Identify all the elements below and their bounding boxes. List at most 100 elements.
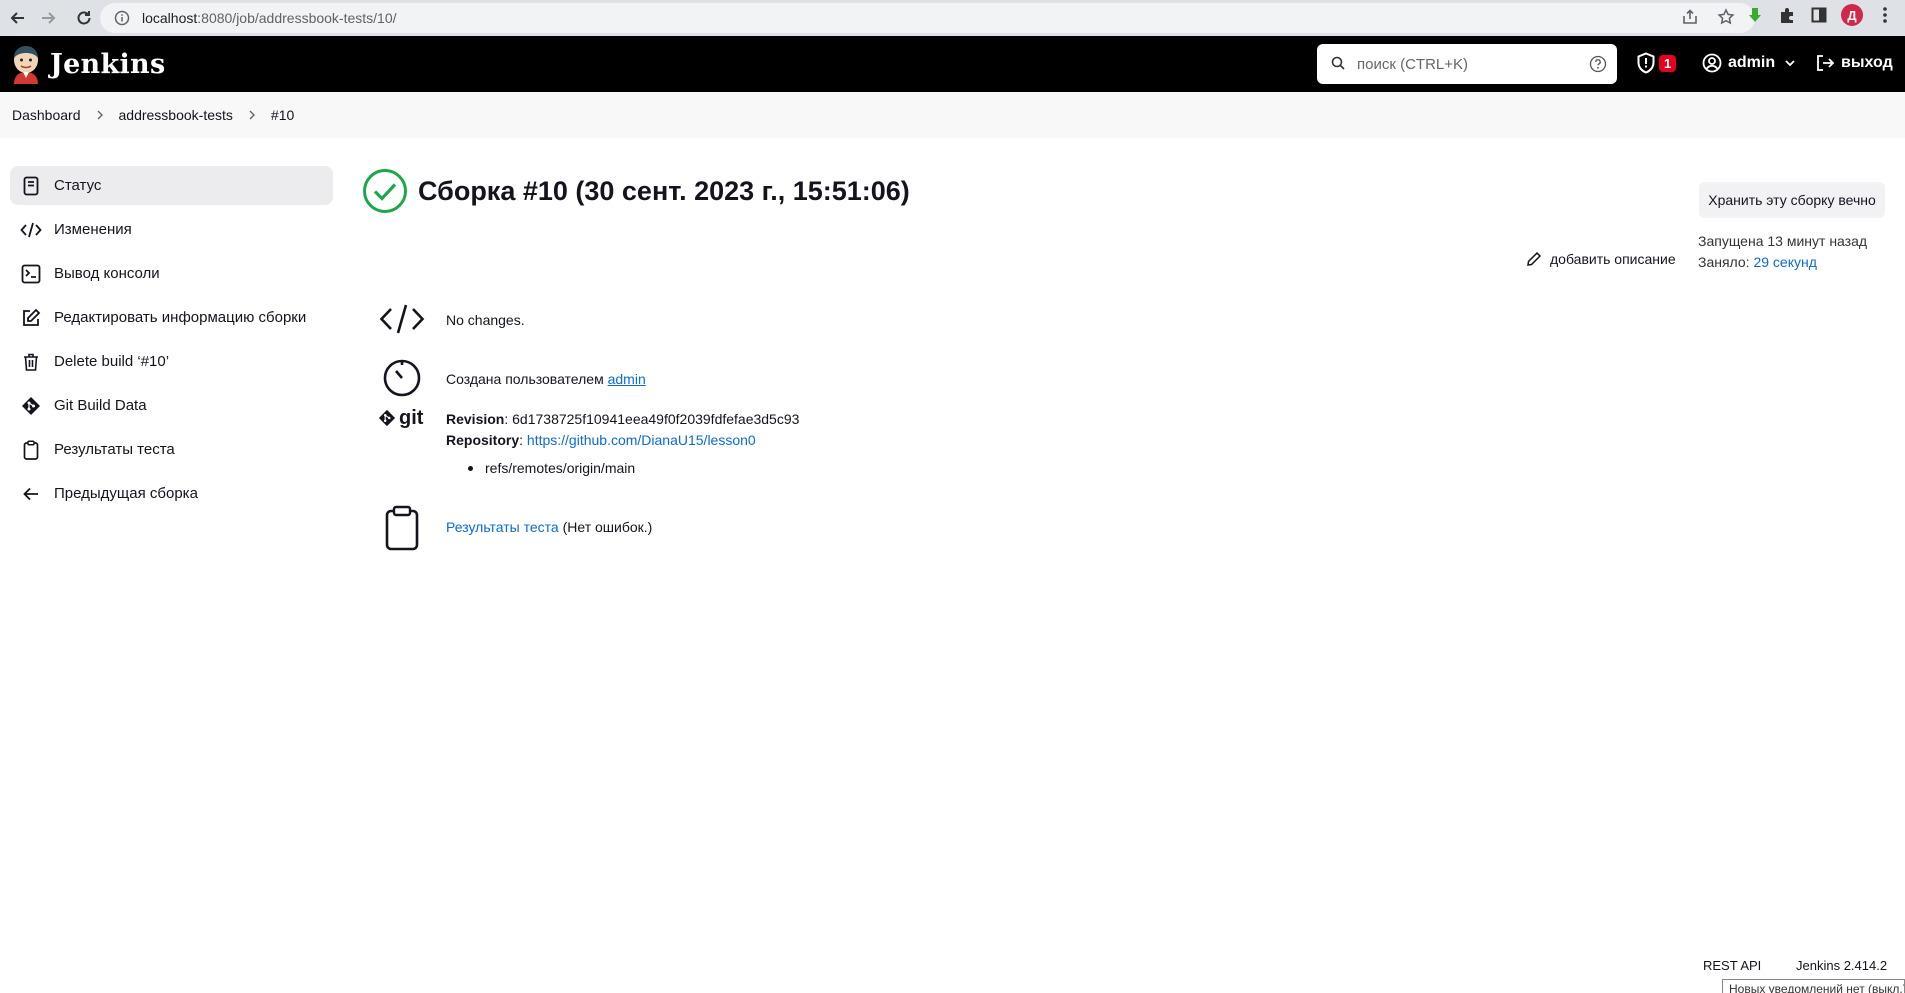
bullet (468, 466, 473, 471)
jenkins-wordmark: Jenkins (50, 48, 166, 80)
build-started-time: Запущена 13 минут назад (1698, 233, 1868, 249)
arrow-right-icon (42, 12, 56, 24)
edit-icon (20, 307, 42, 329)
sidebar-item-label: Редактировать информацию сборки (54, 309, 307, 326)
sidebar-item-edit-build-info[interactable]: Редактировать информацию сборки (10, 298, 333, 337)
share-icon[interactable] (1681, 8, 1699, 29)
browser-menu-icon[interactable] (1875, 5, 1895, 25)
sidebar-item-delete-build[interactable]: Delete build ‘#10’ (10, 342, 333, 381)
breadcrumb-build[interactable]: #10 (271, 107, 294, 123)
code-icon (20, 219, 42, 241)
sidebar-item-label: Результаты теста (54, 441, 175, 458)
sidebar: Статус Изменения Вывод консоли Редактиро… (10, 166, 333, 518)
git-logo: git (378, 407, 426, 429)
success-check-icon (363, 169, 407, 213)
help-icon[interactable] (1589, 55, 1607, 76)
created-by-user-link[interactable]: admin (608, 371, 646, 387)
search-input[interactable] (1357, 55, 1577, 73)
sidebar-item-label: Изменения (54, 221, 132, 238)
repository-link[interactable]: https://github.com/DianaU15/lesson0 (527, 432, 756, 448)
revision-line: Revision: 6d1738725f10941eea49f0f2039fdf… (446, 409, 799, 430)
breadcrumb: Dashboard addressbook-tests #10 (0, 92, 1905, 138)
chevron-right-icon[interactable] (247, 109, 257, 121)
build-cause: Создана пользователем admin (378, 356, 646, 398)
jenkins-version-link[interactable]: Jenkins 2.414.2 (1796, 958, 1887, 973)
build-title-row: Сборка #10 (30 сент. 2023 г., 15:51:06) (362, 168, 910, 214)
git-details: Revision: 6d1738725f10941eea49f0f2039fdf… (446, 409, 799, 479)
profile-avatar[interactable]: Д (1841, 4, 1863, 26)
code-icon (378, 302, 426, 336)
chevron-down-icon (1785, 60, 1795, 67)
site-info-icon[interactable] (112, 8, 132, 28)
created-by-label: Создана пользователем (446, 371, 608, 387)
keep-build-forever-button[interactable]: Хранить эту сборку вечно (1699, 182, 1885, 218)
reload-button[interactable] (70, 4, 98, 32)
back-button[interactable] (4, 4, 32, 32)
sidebar-item-status[interactable]: Статус (10, 166, 333, 205)
created-by-text: Создана пользователем admin (446, 369, 646, 390)
download-extension-icon[interactable] (1745, 5, 1765, 25)
user-avatar-icon (1702, 53, 1722, 73)
breadcrumb-dashboard[interactable]: Dashboard (12, 107, 81, 123)
sidebar-item-label: Вывод консоли (54, 265, 160, 282)
ref-name: refs/remotes/origin/main (485, 460, 636, 476)
sidebar-item-test-results[interactable]: Результаты теста (10, 430, 333, 469)
document-icon (20, 175, 42, 197)
duration-label: Заняло: (1698, 254, 1754, 270)
test-results-summary: Результаты теста (Нет ошибок.) (378, 505, 652, 551)
url-host: localhost (142, 10, 198, 26)
breadcrumb-job[interactable]: addressbook-tests (119, 107, 233, 123)
sidebar-item-changes[interactable]: Изменения (10, 210, 333, 249)
sidebar-item-label: Статус (54, 177, 102, 194)
pencil-icon (1527, 251, 1542, 266)
sidebar-item-git-build-data[interactable]: Git Build Data (10, 386, 333, 425)
changes-text: No changes. (446, 312, 525, 328)
add-description-link[interactable]: добавить описание (1526, 251, 1676, 267)
user-name: admin (1728, 54, 1776, 71)
security-alerts[interactable]: 1 (1636, 52, 1677, 74)
git-icon (20, 395, 42, 417)
sidebar-item-label: Git Build Data (54, 397, 147, 414)
arrow-left-icon (10, 12, 24, 24)
test-results-note: (Нет ошибок.) (558, 519, 653, 535)
search-box[interactable] (1317, 44, 1617, 84)
user-menu[interactable]: admin (1702, 53, 1797, 73)
timer-icon (378, 356, 426, 398)
git-wordmark: git (399, 407, 424, 429)
test-results-link[interactable]: Результаты теста (446, 519, 559, 535)
side-panel-icon[interactable] (1809, 5, 1829, 25)
url-text[interactable]: localhost:8080/job/addressbook-tests/10/ (142, 10, 397, 26)
logout-link[interactable]: выход (1815, 53, 1893, 73)
rest-api-link[interactable]: REST API (1703, 958, 1761, 973)
jenkins-logo[interactable]: Jenkins (10, 44, 165, 84)
logout-label: выход (1841, 54, 1893, 71)
chevron-right-icon[interactable] (95, 109, 105, 121)
repository-separator: : (519, 432, 527, 448)
search-icon (1331, 56, 1345, 73)
clipboard-icon (378, 505, 426, 551)
sidebar-item-console[interactable]: Вывод консоли (10, 254, 333, 293)
build-duration: Заняло: 29 секунд (1698, 254, 1817, 270)
revision-value: : 6d1738725f10941eea49f0f2039fdfefae3d5c… (504, 411, 800, 427)
repository-line: Repository: https://github.com/DianaU15/… (446, 430, 799, 451)
logout-icon (1817, 55, 1835, 71)
ref-list-item: refs/remotes/origin/main (468, 458, 799, 479)
sidebar-item-label: Delete build ‘#10’ (54, 353, 170, 370)
revision-label: Revision (446, 411, 505, 427)
address-bar[interactable]: localhost:8080/job/addressbook-tests/10/ (100, 3, 1755, 33)
sidebar-item-label: Предыдущая сборка (54, 485, 198, 502)
arrow-left-icon (20, 483, 42, 505)
changes-summary: No changes. (378, 302, 525, 336)
url-path: :8080/job/addressbook-tests/10/ (197, 10, 397, 26)
test-results-text: Результаты теста (Нет ошибок.) (446, 517, 652, 538)
duration-link[interactable]: 29 секунд (1753, 254, 1816, 270)
repository-label: Repository (446, 432, 520, 448)
sidebar-item-previous-build[interactable]: Предыдущая сборка (10, 474, 333, 513)
forward-button[interactable] (34, 4, 62, 32)
trash-icon (20, 351, 42, 373)
jenkins-butler-icon (14, 46, 38, 84)
bookmark-star-icon[interactable] (1717, 8, 1735, 29)
browser-toolbar: localhost:8080/job/addressbook-tests/10/… (0, 0, 1905, 36)
reload-icon (77, 11, 91, 25)
extensions-puzzle-icon[interactable] (1777, 5, 1797, 25)
